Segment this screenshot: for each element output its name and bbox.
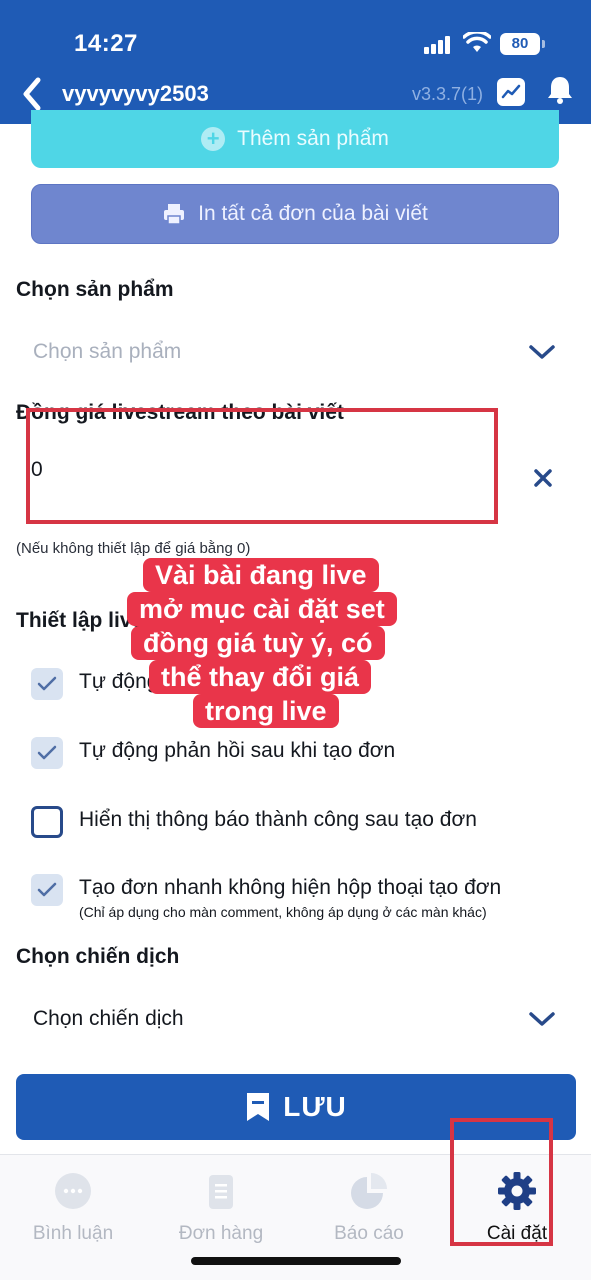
check-icon (37, 676, 57, 691)
tab-orders[interactable]: Đơn hàng (156, 1171, 286, 1245)
caption-line: trong live (193, 694, 339, 728)
signal-icon (424, 36, 452, 54)
bell-icon[interactable] (544, 74, 576, 106)
home-indicator (191, 1257, 401, 1265)
print-all-orders-button[interactable]: In tất cả đơn của bài viết (31, 184, 559, 244)
price-note: (Nếu không thiết lập để giá bằng 0) (16, 540, 251, 557)
add-product-button[interactable]: + Thêm sản phẩm (31, 110, 559, 168)
caption-line: mở mục cài đặt set (127, 592, 397, 626)
caption-line: thể thay đổi giá (149, 660, 372, 694)
tab-comments-label: Bình luận (32, 1223, 114, 1244)
order-icon (209, 1175, 233, 1209)
campaign-select-value: Chọn chiến dịch (33, 1007, 184, 1030)
caption-line: Vài bài đang live (143, 558, 379, 592)
back-icon[interactable] (18, 76, 46, 112)
add-product-label: Thêm sản phẩm (237, 127, 389, 150)
tab-orders-label: Đơn hàng (178, 1223, 264, 1244)
campaign-select-label: Chọn chiến dịch (16, 945, 180, 968)
app-version: v3.3.7(1) (412, 84, 484, 104)
chat-icon (55, 1173, 91, 1209)
live-settings-label: Thiết lập live (16, 609, 144, 632)
checkbox-checked[interactable] (31, 668, 63, 700)
tab-comments[interactable]: Bình luận (8, 1171, 138, 1245)
check-icon (37, 882, 57, 897)
app-header: 14:27 80 vyvyvyvy2503 v3.3.7(1) (0, 0, 591, 124)
auto-option-label: Tự động (79, 670, 159, 693)
success-notice-option-label: Hiển thị thông báo thành công sau tạo đơ… (79, 808, 477, 831)
print-all-orders-label: In tất cả đơn của bài viết (198, 202, 428, 225)
checkbox-unchecked[interactable] (31, 806, 63, 838)
chevron-down-icon (529, 1012, 555, 1026)
quick-order-option-note: (Chỉ áp dụng cho màn comment, không áp d… (79, 904, 487, 920)
checkbox-checked[interactable] (31, 737, 63, 769)
auto-reply-option-label: Tự động phản hồi sau khi tạo đơn (79, 739, 396, 762)
clear-icon[interactable] (531, 466, 555, 490)
quick-order-option[interactable]: Tạo đơn nhanh không hiện hộp thoại tạo đ… (31, 874, 571, 924)
tab-reports-label: Báo cáo (334, 1223, 404, 1244)
page-title: vyvyvyvy2503 (62, 81, 209, 106)
product-select-label: Chọn sản phẩm (16, 278, 174, 301)
settings-tab-highlight-box (450, 1118, 553, 1246)
checkbox-checked[interactable] (31, 874, 63, 906)
tab-reports[interactable]: Báo cáo (304, 1171, 434, 1245)
wifi-icon (463, 32, 491, 52)
auto-reply-option[interactable]: Tự động phản hồi sau khi tạo đơn (31, 737, 571, 773)
status-time: 14:27 (74, 30, 138, 57)
product-select-placeholder: Chọn sản phẩm (33, 340, 182, 363)
quick-order-option-label: Tạo đơn nhanh không hiện hộp thoại tạo đ… (79, 876, 502, 899)
battery-icon: 80 (500, 33, 545, 55)
chevron-down-icon (529, 345, 555, 359)
price-highlight-box (26, 408, 498, 524)
printer-icon (164, 204, 185, 225)
product-select[interactable]: Chọn sản phẩm (33, 334, 561, 374)
pie-chart-icon (351, 1173, 387, 1209)
chart-icon[interactable] (497, 78, 525, 106)
bookmark-icon (247, 1093, 270, 1121)
save-label: LƯU (283, 1091, 347, 1122)
check-icon (37, 745, 57, 760)
campaign-select[interactable]: Chọn chiến dịch (33, 1001, 561, 1041)
plus-circle-icon: + (201, 127, 226, 151)
caption-line: đồng giá tuỳ ý, có (131, 626, 385, 660)
success-notice-option[interactable]: Hiển thị thông báo thành công sau tạo đơ… (31, 806, 571, 842)
